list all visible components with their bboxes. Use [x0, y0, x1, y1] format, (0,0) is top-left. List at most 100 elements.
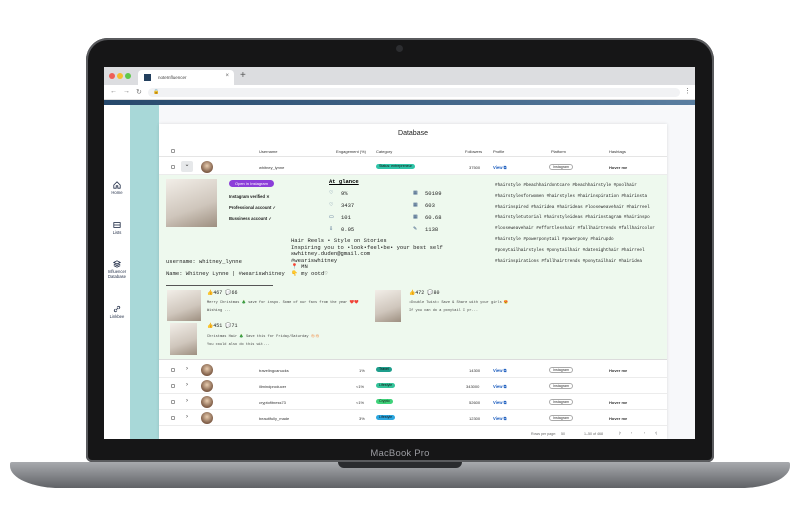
prev-page-icon[interactable]: ‹	[631, 431, 632, 435]
category-chip: Lifestyle	[376, 383, 396, 388]
table-row[interactable]: ⌄ whitney_lynne Status: entrepreneur 375…	[159, 159, 667, 175]
row-checkbox[interactable]	[171, 368, 175, 372]
hashtags-hover[interactable]: Hover me	[609, 400, 627, 405]
table-row[interactable]: › beautifully_made 3% Lifestyle 12300 Vi…	[159, 410, 667, 426]
first-page-icon[interactable]: |‹	[619, 431, 621, 435]
expand-row-icon[interactable]: ›	[186, 414, 188, 420]
average-value: 60.68	[425, 214, 442, 221]
hashtags-hover[interactable]: Hover me	[609, 165, 627, 170]
browser-tab[interactable]: noteInfluencer ×	[138, 70, 234, 85]
rows-per-page-select[interactable]: 50	[561, 432, 565, 436]
hashtags-hover[interactable]: Hover me	[609, 368, 627, 373]
sidebar-item-label: Linkbee	[109, 314, 125, 319]
profile-view-link[interactable]: View ⧉	[493, 416, 507, 421]
followers-value: 50109	[425, 190, 442, 197]
likes-icon: ♡	[329, 202, 334, 208]
back-icon[interactable]: ←	[110, 88, 117, 95]
table-row[interactable]: › cryptofitness73 <1% Crypto 52600 View …	[159, 394, 667, 410]
profile-view-link[interactable]: View ⧉	[493, 165, 507, 170]
row-checkbox[interactable]	[171, 416, 175, 420]
profile-view-link[interactable]: View ⧉	[493, 368, 507, 373]
sidebar-item-lists[interactable]: Lists	[104, 221, 130, 235]
maximize-window-icon[interactable]	[125, 73, 131, 79]
new-tab-icon[interactable]: +	[240, 70, 246, 81]
minimize-window-icon[interactable]	[117, 73, 123, 79]
url-input[interactable]: 🔒	[148, 88, 680, 97]
column-category[interactable]: Category	[376, 149, 392, 154]
username-cell: cryptofitness73	[259, 400, 286, 405]
view-label: View	[493, 400, 503, 405]
close-tab-icon[interactable]: ×	[225, 73, 229, 79]
profile-view-link[interactable]: View ⧉	[493, 400, 507, 405]
sidebar-item-linkbee[interactable]: Linkbee	[104, 305, 130, 319]
platform-badge: Instagram	[549, 366, 573, 373]
external-link-icon: ⧉	[503, 384, 507, 389]
platform-badge: Instagram	[549, 382, 573, 389]
engagement-cell: 1%	[359, 368, 365, 373]
professional-account-flag: Professional account ✓	[229, 205, 277, 210]
posts-icon: ▦	[413, 202, 418, 208]
rows-per-page-label: Rows per page:	[531, 432, 557, 436]
username-cell: travelingcanucks	[259, 368, 289, 373]
forward-icon[interactable]: →	[123, 88, 130, 95]
column-profile[interactable]: Profile	[493, 149, 504, 154]
expand-row-icon[interactable]: ›	[186, 398, 188, 404]
platform-badge: Instagram	[549, 398, 573, 405]
row-checkbox[interactable]	[171, 400, 175, 404]
profile-photo	[166, 179, 217, 227]
select-all-checkbox[interactable]	[171, 149, 175, 153]
link-icon	[113, 305, 121, 313]
row-checkbox[interactable]	[171, 165, 175, 169]
column-platform[interactable]: Platform	[551, 149, 566, 154]
column-username[interactable]: Username	[259, 149, 277, 154]
avatar	[201, 161, 213, 173]
open-in-instagram-button[interactable]: Open in Instagram	[229, 180, 274, 187]
column-engagement[interactable]: Engagement (%)	[336, 149, 366, 154]
view-label: View	[493, 384, 503, 389]
tab-title: noteInfluencer	[158, 75, 187, 80]
close-window-icon[interactable]	[109, 73, 115, 79]
comments-icon: ▭	[329, 214, 334, 220]
post-thumbnail[interactable]	[167, 290, 201, 321]
category-chip: Travel	[376, 367, 392, 372]
following-value: 1138	[425, 226, 439, 233]
expand-row-icon[interactable]: ›	[186, 366, 188, 372]
name-line: Name: Whitney Lynne | #weariswhitney	[166, 270, 285, 277]
row-checkbox[interactable]	[171, 384, 175, 388]
table-row[interactable]: › illmindproducer <1% Lifestyle 343000 V…	[159, 378, 667, 394]
external-link-icon: ⧉	[503, 400, 507, 405]
collapse-row-icon[interactable]: ⌄	[181, 161, 193, 172]
post-thumbnail[interactable]	[170, 323, 197, 355]
comments-value: 101	[341, 214, 351, 221]
expand-row-icon[interactable]: ›	[186, 382, 188, 388]
external-link-icon: ⧉	[503, 165, 507, 170]
reload-icon[interactable]: ↻	[136, 88, 142, 96]
hashtags-hover[interactable]: Hover me	[609, 416, 627, 421]
profile-view-link[interactable]: View ⧉	[493, 384, 507, 389]
post-thumbnail[interactable]	[375, 290, 401, 322]
table-row[interactable]: › travelingcanucks 1% Travel 14300 View …	[159, 362, 667, 378]
posts-value: 603	[425, 202, 435, 209]
sidebar-accent	[130, 105, 159, 439]
sidebar-item-influencer-database[interactable]: Influencer Database	[104, 260, 130, 279]
sidebar: Home Lists Influencer Database Linkbee	[104, 105, 130, 439]
view-label: View	[493, 416, 503, 421]
followers-icon: ▦	[413, 190, 418, 196]
list-icon	[113, 222, 121, 228]
followers-cell: 12300	[469, 416, 481, 421]
view-label: View	[493, 165, 503, 170]
sidebar-item-home[interactable]: Home	[104, 181, 130, 195]
database-card: Database Username Engagement (%) Categor…	[159, 124, 667, 439]
hashtags-list: #hairstyle #beachhairdontcare #beachhair…	[495, 183, 655, 264]
last-page-icon[interactable]: ›|	[655, 431, 657, 435]
instagram-verified-flag: Instagram verified ✕	[229, 194, 270, 199]
column-hashtags[interactable]: Hashtags	[609, 149, 626, 154]
followers-cell: 14300	[469, 368, 481, 373]
column-followers[interactable]: Followers	[465, 149, 482, 154]
expanded-profile-panel: Open in Instagram Instagram verified ✕ P…	[159, 175, 667, 360]
laptop-stage: noteInfluencer × + ← → ↻ 🔒 ⋮ Home Lists	[0, 0, 800, 509]
next-page-icon[interactable]: ›	[644, 431, 645, 435]
browser-menu-icon[interactable]: ⋮	[684, 87, 691, 95]
username-cell: whitney_lynne	[259, 165, 285, 170]
device-label: MacBook Pro	[370, 448, 430, 459]
